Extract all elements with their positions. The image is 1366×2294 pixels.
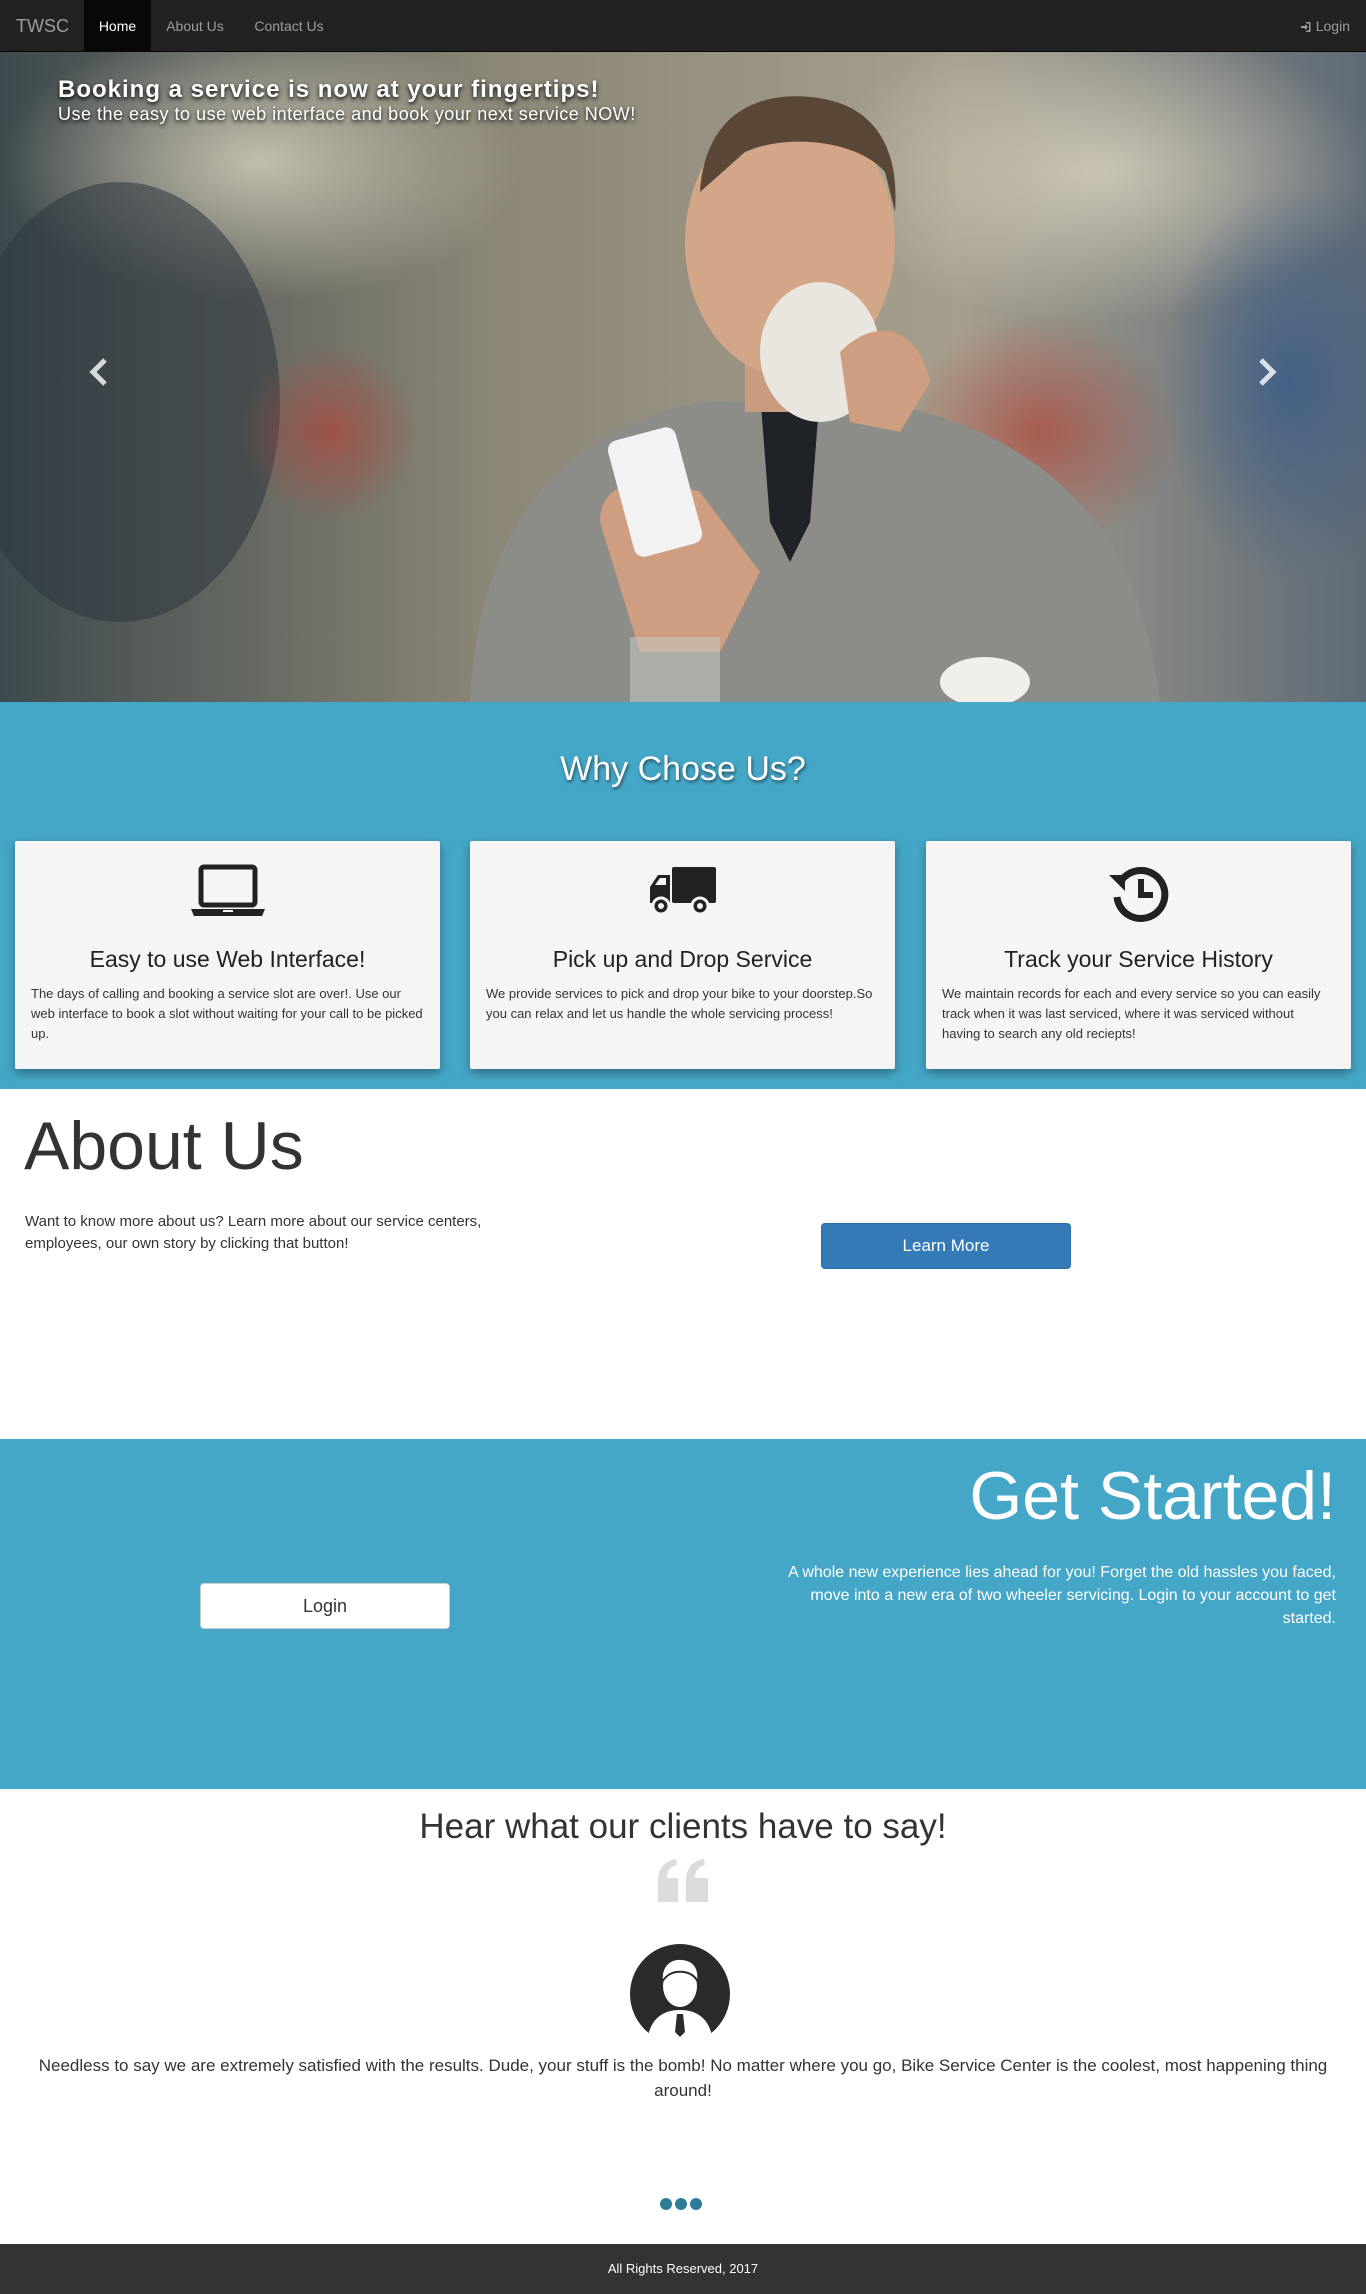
login-icon	[1300, 22, 1311, 32]
nav-login-label: Login	[1315, 18, 1350, 34]
hero-caption-subtitle: Use the easy to use web interface and bo…	[58, 104, 636, 124]
get-started-text: A whole new experience lies ahead for yo…	[788, 1564, 1336, 1627]
feature-card-title: Track your Service History	[1004, 946, 1273, 972]
feature-card-text: We maintain records for each and every s…	[942, 986, 1321, 1041]
pagination-dot[interactable]	[660, 2198, 672, 2210]
carousel-next-icon[interactable]	[1246, 352, 1286, 392]
learn-more-button[interactable]: Learn More	[821, 1223, 1071, 1269]
testimonial-pagination	[660, 2197, 705, 2215]
nav-about-us[interactable]: About Us	[151, 0, 239, 52]
testimonial-quote: Needless to say we are extremely satisfi…	[38, 2056, 1328, 2100]
hero-slide-image	[0, 52, 1366, 702]
pagination-dot[interactable]	[690, 2198, 702, 2210]
testimonials-section: Hear what our clients have to say! Needl…	[0, 1789, 1366, 2244]
truck-icon	[649, 867, 716, 916]
feature-card-web-interface: Easy to use Web Interface! The days of c…	[15, 841, 440, 1069]
client-avatar	[630, 1944, 730, 2044]
feature-card-text: We provide services to pick and drop you…	[486, 986, 873, 1021]
quote-icon	[658, 1859, 708, 1902]
why-choose-title: Why Chose Us?	[560, 750, 806, 788]
feature-card-title: Easy to use Web Interface!	[89, 946, 366, 972]
hero-caption-title: Booking a service is now at your fingert…	[58, 76, 600, 103]
pagination-dot[interactable]	[675, 2198, 687, 2210]
nav-home[interactable]: Home	[84, 0, 151, 52]
testimonials-title: Hear what our clients have to say!	[419, 1807, 947, 1846]
carousel-prev-icon[interactable]	[80, 352, 120, 392]
laptop-icon	[190, 864, 265, 916]
feature-card-service-history: Track your Service History We maintain r…	[926, 841, 1351, 1069]
login-button[interactable]: Login	[200, 1583, 450, 1629]
hero-carousel: Booking a service is now at your fingert…	[0, 52, 1366, 702]
brand-logo[interactable]: TWSC	[16, 0, 69, 52]
footer: All Rights Reserved, 2017	[0, 2244, 1366, 2294]
why-choose-section: Why Chose Us? Easy to use Web Interface!…	[0, 702, 1366, 1089]
get-started-title: Get Started!	[969, 1458, 1336, 1534]
feature-card-title: Pick up and Drop Service	[552, 946, 813, 972]
about-title: About Us	[24, 1108, 304, 1184]
about-text: Want to know more about us? Learn more a…	[25, 1213, 482, 1252]
nav-login[interactable]: Login	[1300, 0, 1350, 52]
footer-copyright: All Rights Reserved, 2017	[607, 2261, 759, 2276]
about-section: About Us Want to know more about us? Lea…	[0, 1089, 1366, 1439]
history-icon	[1108, 866, 1168, 922]
nav-contact-us[interactable]: Contact Us	[239, 0, 339, 52]
navbar: TWSC Home About Us Contact Us Login	[0, 0, 1366, 52]
get-started-section: Get Started! A whole new experience lies…	[0, 1439, 1366, 1789]
feature-card-pickup-drop: Pick up and Drop Service We provide serv…	[470, 841, 895, 1069]
feature-card-text: The days of calling and booking a servic…	[31, 986, 423, 1041]
